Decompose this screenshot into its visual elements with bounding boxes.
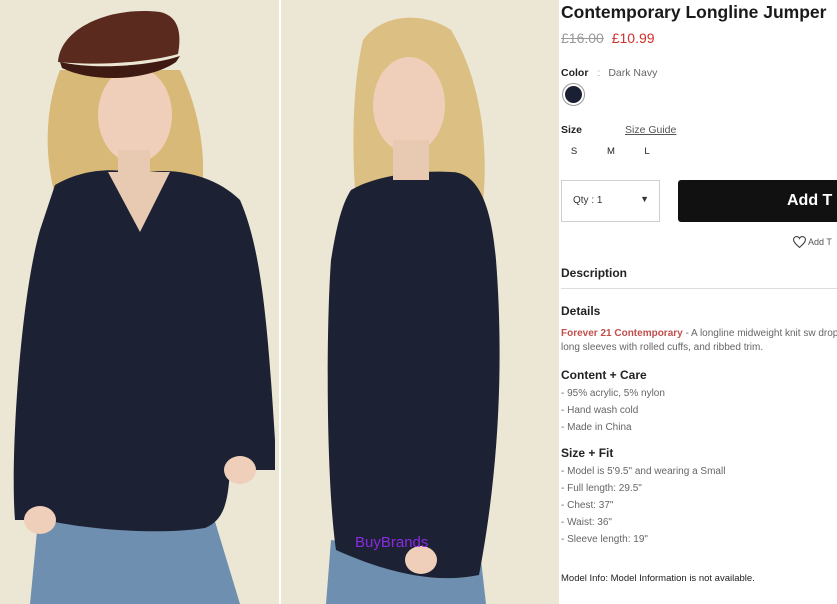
color-swatch-dark-navy[interactable] xyxy=(562,83,585,106)
size-option-l[interactable]: L xyxy=(637,146,657,157)
quantity-select[interactable]: Qty : 1 ▼ xyxy=(561,180,660,222)
color-value: Dark Navy xyxy=(608,67,658,79)
add-to-wishlist-button[interactable]: Add T xyxy=(792,236,832,249)
size-option-m[interactable]: M xyxy=(601,146,621,157)
size-option-s[interactable]: S xyxy=(564,146,584,157)
product-photo-side[interactable] xyxy=(281,0,559,604)
price-row: £16.00 £10.99 xyxy=(561,30,655,46)
list-item: - Model is 5'9.5" and wearing a Small xyxy=(561,466,726,477)
list-item: - Waist: 36" xyxy=(561,517,612,528)
size-fit-heading: Size + Fit xyxy=(561,446,614,460)
watermark-text: BuyBrands xyxy=(355,534,429,551)
model-side-illustration xyxy=(281,0,559,604)
divider xyxy=(561,288,837,289)
model-info: Model Info: Model Information is not ava… xyxy=(561,573,755,584)
model-front-illustration xyxy=(0,0,279,604)
content-care-list: - 95% acrylic, 5% nylon - Hand wash cold… xyxy=(561,385,665,436)
list-item: - Chest: 37" xyxy=(561,500,614,511)
color-label: Color xyxy=(561,67,589,79)
list-item: - 95% acrylic, 5% nylon xyxy=(561,388,665,399)
color-separator: : xyxy=(597,67,601,79)
heart-icon xyxy=(792,236,807,249)
original-price: £16.00 xyxy=(561,30,604,46)
product-photo-front[interactable] xyxy=(0,0,279,604)
wishlist-label: Add T xyxy=(808,237,832,247)
color-row: Color: Dark Navy xyxy=(561,67,657,79)
list-item: - Sleeve length: 19" xyxy=(561,534,648,545)
product-info-panel: Contemporary Longline Jumper £16.00 £10.… xyxy=(561,0,837,604)
description-heading[interactable]: Description xyxy=(561,266,627,280)
details-text: Forever 21 Contemporary - A longline mid… xyxy=(561,327,837,355)
size-fit-list: - Model is 5'9.5" and wearing a Small - … xyxy=(561,463,725,548)
brand-link[interactable]: Forever 21 Contemporary xyxy=(561,328,683,339)
chevron-down-icon: ▼ xyxy=(640,194,649,204)
sale-price: £10.99 xyxy=(611,30,655,46)
list-item: - Made in China xyxy=(561,422,632,433)
content-care-heading: Content + Care xyxy=(561,368,647,382)
size-guide-link[interactable]: Size Guide xyxy=(625,124,676,136)
add-to-bag-button[interactable]: Add T xyxy=(678,180,837,222)
swatch-fill xyxy=(565,86,582,103)
list-item: - Hand wash cold xyxy=(561,405,639,416)
size-label: Size xyxy=(561,124,583,136)
quantity-value: Qty : 1 xyxy=(573,195,603,206)
details-heading: Details xyxy=(561,304,601,318)
product-title: Contemporary Longline Jumper xyxy=(561,2,827,22)
list-item: - Full length: 29.5" xyxy=(561,483,642,494)
